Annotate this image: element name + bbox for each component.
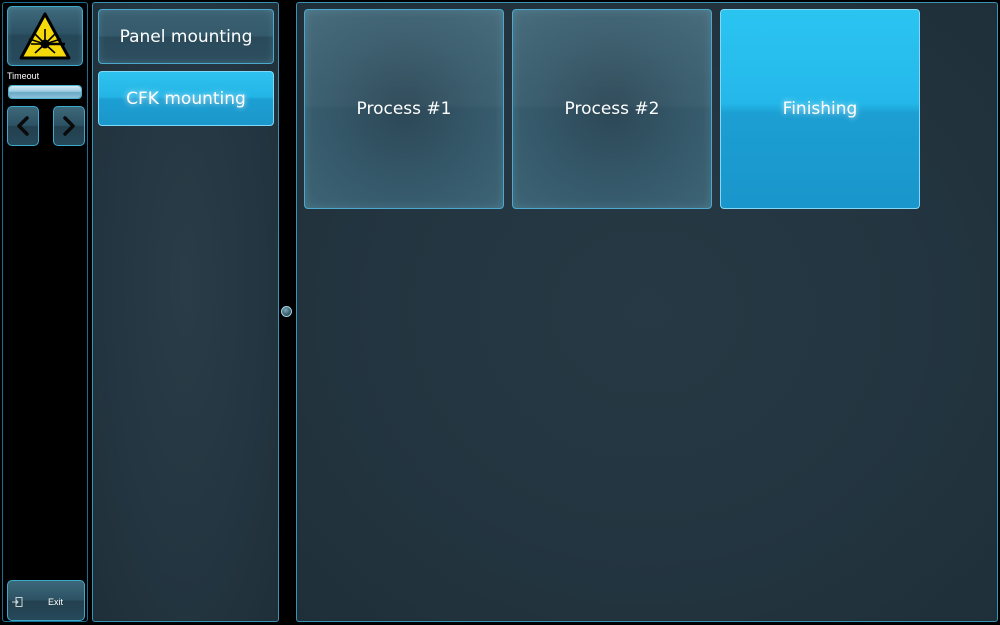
- main-panel: Process #1 Process #2 Finishing: [296, 2, 998, 622]
- timeout-progress-bar: [8, 85, 82, 99]
- process-2-tile[interactable]: Process #2: [512, 9, 712, 209]
- previous-button[interactable]: [7, 106, 39, 146]
- chevron-left-icon: [17, 116, 29, 136]
- category-panel-mounting-button[interactable]: Panel mounting: [98, 9, 274, 64]
- timeout-label: Timeout: [7, 71, 40, 81]
- finishing-tile[interactable]: Finishing: [720, 9, 920, 209]
- process-1-tile[interactable]: Process #1: [304, 9, 504, 209]
- timeout-progress-fill: [9, 86, 81, 98]
- laser-warning-icon: [19, 12, 71, 60]
- exit-label: Exit: [48, 597, 64, 607]
- laser-warning-button[interactable]: [7, 6, 83, 66]
- chevron-right-icon: [63, 116, 75, 136]
- category-cfk-mounting-button[interactable]: CFK mounting: [98, 71, 274, 126]
- exit-button[interactable]: Exit: [7, 580, 85, 621]
- panel-splitter-handle[interactable]: [281, 306, 292, 317]
- next-button[interactable]: [53, 106, 85, 146]
- category-panel: Panel mounting CFK mounting: [92, 2, 279, 622]
- exit-icon: [12, 597, 23, 607]
- app-screen: Timeout Exit Panel mounting CFK mounting: [0, 0, 1000, 625]
- left-rail: Timeout Exit: [2, 2, 88, 622]
